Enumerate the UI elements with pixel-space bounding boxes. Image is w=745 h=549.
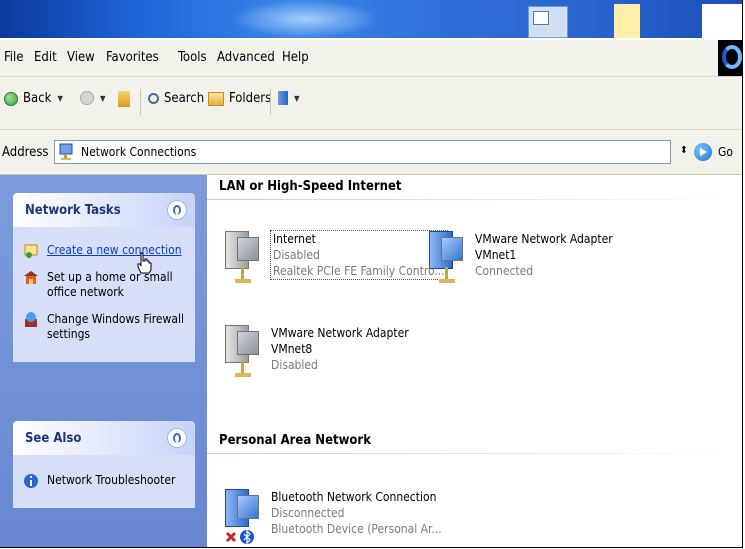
hand-cursor-icon: [137, 252, 152, 274]
connection-vmnet8[interactable]: VMware Network Adapter VMnet8 Disabled: [223, 325, 443, 395]
group-divider: [207, 453, 742, 454]
create-new-connection-label[interactable]: Create a new connection: [47, 243, 182, 257]
address-value: Network Connections: [81, 145, 197, 159]
search-button[interactable]: Search: [148, 91, 204, 106]
toolbar-separator: [270, 89, 271, 115]
explorer-window: File Edit View Favorites Tools Advanced …: [0, 0, 743, 548]
setup-home-network-label[interactable]: Set up a home or small office network: [47, 270, 173, 299]
up-folder-button[interactable]: [118, 91, 130, 107]
network-connections-icon: [59, 143, 75, 161]
dropdown-arrow-icon[interactable]: ▼: [100, 94, 106, 103]
folders-button[interactable]: Folders: [208, 91, 271, 106]
connection-name: Bluetooth Network Connection: [271, 490, 437, 504]
connection-status: Disconnected: [271, 506, 345, 520]
connections-view: LAN or High-Speed Internet Internet Disa…: [207, 175, 742, 547]
forward-arrow-icon: [80, 91, 94, 105]
address-label: Address: [2, 145, 49, 160]
menu-tools[interactable]: Tools: [178, 50, 207, 65]
connection-name: VMware Network Adapter: [271, 326, 409, 340]
menu-bar: File Edit View Favorites Tools Advanced …: [0, 40, 742, 77]
change-firewall-settings-link[interactable]: Change Windows Firewall settings: [13, 306, 195, 348]
menu-file[interactable]: File: [4, 50, 23, 65]
connection-name: VMware Network Adapter: [475, 232, 613, 246]
lan-connection-icon: [427, 231, 467, 287]
connection-subname: VMnet8: [271, 342, 313, 356]
back-label: Back: [23, 91, 52, 106]
lan-connection-icon: [223, 231, 263, 287]
connection-vmnet1[interactable]: VMware Network Adapter VMnet1 Connected: [427, 231, 647, 301]
folders-label: Folders: [229, 91, 272, 106]
back-button[interactable]: Back ▼: [4, 91, 63, 106]
menu-view[interactable]: View: [67, 50, 95, 65]
connection-subname: VMnet1: [475, 248, 517, 262]
address-bar: Address Network Connections ⬍ Go: [0, 130, 742, 175]
go-arrow-icon[interactable]: [694, 143, 712, 161]
connection-device: Bluetooth Device (Personal Ar...: [271, 522, 442, 536]
address-input[interactable]: Network Connections: [54, 140, 671, 164]
search-label: Search: [164, 91, 205, 106]
network-troubleshooter-label[interactable]: Network Troubleshooter: [47, 473, 175, 487]
collapse-chevron-icon[interactable]: [167, 428, 187, 448]
connection-internet[interactable]: Internet Disabled Realtek PCIe FE Family…: [223, 230, 448, 301]
views-icon: [278, 91, 288, 105]
network-troubleshooter-link[interactable]: Network Troubleshooter: [13, 467, 195, 494]
connection-device: Realtek PCIe FE Family Contro...: [273, 264, 445, 278]
views-button[interactable]: ▼: [278, 91, 300, 105]
group-header-lan: LAN or High-Speed Internet: [219, 179, 402, 194]
bluetooth-connection-icon: [223, 489, 263, 545]
search-icon: [148, 93, 159, 104]
new-connection-icon: [23, 243, 39, 259]
task-pane: Network Tasks Create a new connection Se…: [0, 175, 207, 547]
dropdown-arrow-icon[interactable]: ▼: [294, 94, 300, 103]
group-divider: [207, 199, 742, 200]
blank-document-icon[interactable]: [702, 4, 742, 38]
connection-status: Connected: [475, 264, 534, 278]
connection-status: Disabled: [273, 248, 320, 262]
network-tasks-title: Network Tasks: [25, 203, 121, 218]
collapse-chevron-icon[interactable]: [167, 200, 187, 220]
go-label[interactable]: Go: [718, 145, 733, 159]
folder-up-icon: [118, 91, 130, 107]
sticky-note-icon[interactable]: [614, 4, 640, 38]
connection-bluetooth[interactable]: Bluetooth Network Connection Disconnecte…: [223, 489, 463, 547]
create-new-connection-link[interactable]: Create a new connection: [13, 237, 195, 264]
network-tasks-header[interactable]: Network Tasks: [13, 193, 195, 227]
info-icon: [23, 473, 39, 489]
see-also-header[interactable]: See Also: [13, 421, 195, 455]
toolbar: Back ▼ ▼ Search Folders ▼: [0, 77, 742, 130]
see-also-body: Network Troubleshooter: [13, 455, 195, 508]
windows-logo-throbber: [718, 40, 742, 76]
change-firewall-settings-label[interactable]: Change Windows Firewall settings: [47, 312, 184, 341]
firewall-icon: [23, 312, 39, 328]
dropdown-arrow-icon[interactable]: ▼: [57, 94, 63, 103]
forward-button[interactable]: ▼: [80, 91, 106, 105]
document-icon[interactable]: [528, 6, 568, 38]
menu-help[interactable]: Help: [282, 50, 309, 65]
desktop-background-strip: [0, 0, 742, 38]
address-dropdown-icon[interactable]: ⬍: [680, 145, 688, 156]
back-arrow-icon: [4, 91, 18, 106]
menu-edit[interactable]: Edit: [34, 50, 57, 65]
home-network-icon: [23, 270, 39, 286]
lan-connection-icon: [223, 325, 263, 381]
see-also-panel: See Also Network Troubleshooter: [13, 421, 195, 508]
toolbar-separator: [140, 89, 141, 115]
background-glow: [230, 0, 380, 38]
connection-status: Disabled: [271, 358, 318, 372]
menu-advanced[interactable]: Advanced: [217, 50, 275, 65]
menu-favorites[interactable]: Favorites: [106, 50, 159, 65]
folder-icon: [208, 91, 224, 106]
network-tasks-panel: Network Tasks Create a new connection Se…: [13, 193, 195, 362]
group-header-pan: Personal Area Network: [219, 433, 371, 448]
see-also-title: See Also: [25, 431, 82, 446]
setup-home-network-link[interactable]: Set up a home or small office network: [13, 264, 195, 306]
connection-name: Internet: [273, 232, 316, 246]
network-tasks-body: Create a new connection Set up a home or…: [13, 227, 195, 362]
